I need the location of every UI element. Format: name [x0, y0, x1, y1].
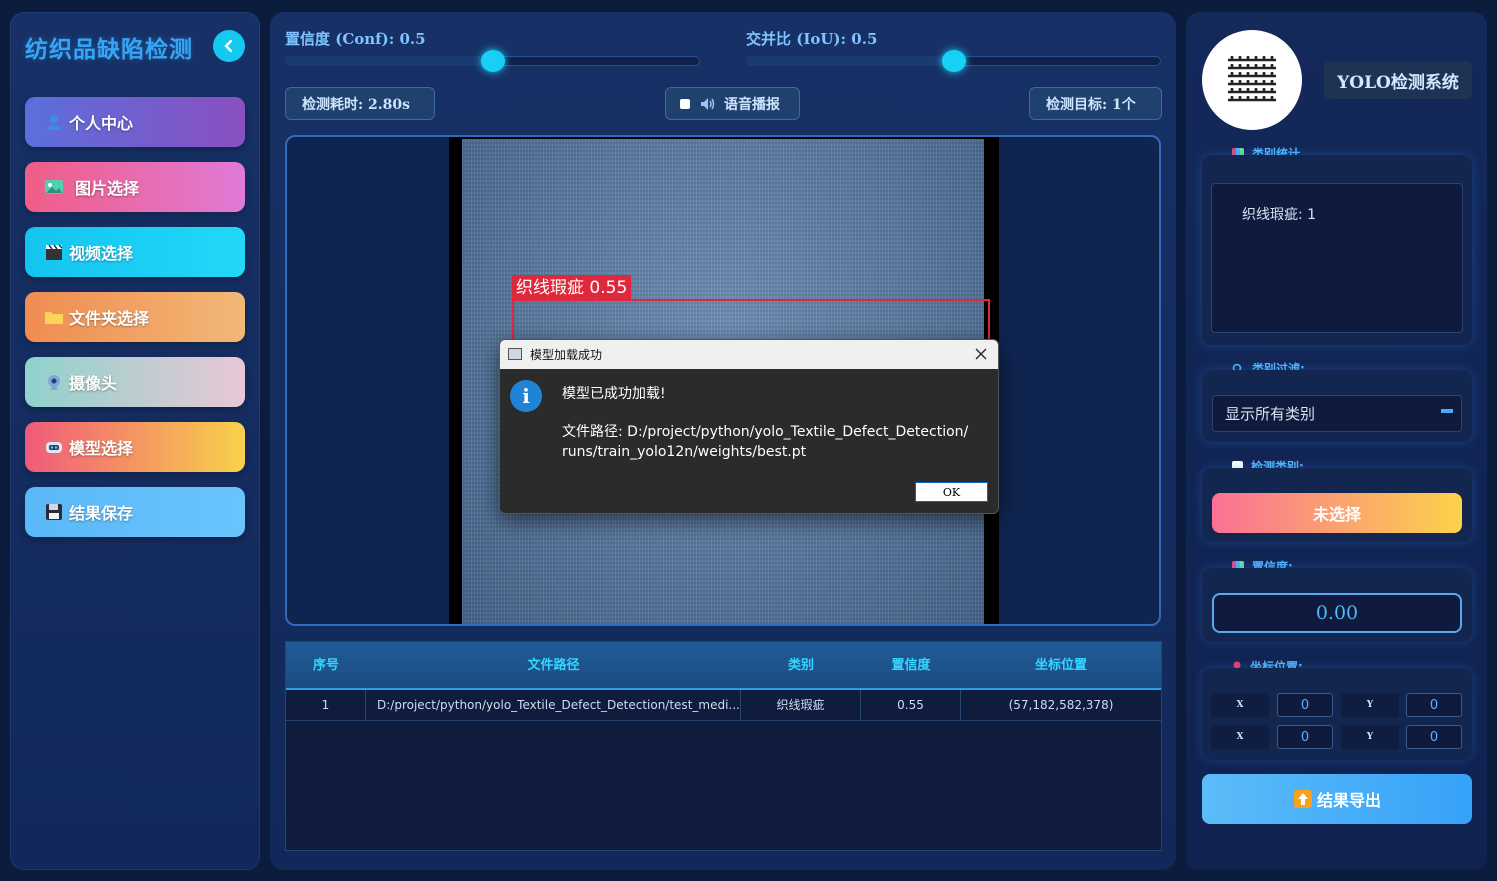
window-icon	[508, 348, 522, 360]
iou-slider-thumb[interactable]	[941, 50, 966, 72]
user-icon	[43, 112, 65, 132]
filter-selected-value: 显示所有类别	[1225, 405, 1316, 423]
detection-time-text: 检测耗时: 2.80s	[302, 96, 411, 113]
iou-slider-fill	[746, 56, 954, 66]
coord-label-y2: Y	[1341, 725, 1399, 749]
nav-video-select-button[interactable]: 视频选择	[25, 227, 245, 277]
filter-card: 显示所有类别	[1202, 370, 1472, 442]
stats-line: 织线瑕疵: 1	[1242, 207, 1317, 223]
upload-arrow-icon	[1293, 789, 1313, 809]
iou-slider[interactable]	[746, 50, 1161, 72]
export-label: 结果导出	[1316, 791, 1381, 810]
info-icon: i	[510, 380, 542, 412]
iou-slider-label: 交并比 (IoU): 0.5	[746, 30, 878, 48]
nav-label: 摄像头	[69, 374, 118, 393]
voice-label: 语音播报	[724, 96, 780, 113]
dialog-title: 模型加载成功	[530, 348, 603, 362]
class-filter-select[interactable]: 显示所有类别	[1212, 395, 1462, 432]
dialog-close-button[interactable]	[972, 345, 990, 363]
chevron-left-icon	[224, 39, 233, 53]
results-table: 序号 文件路径 类别 置信度 坐标位置 1 D:/project/python/…	[285, 641, 1162, 851]
cell-index: 1	[286, 690, 366, 720]
nav-user-center-button[interactable]: 个人中心	[25, 97, 245, 147]
collapse-sidebar-button[interactable]	[213, 30, 245, 62]
nav-image-select-button[interactable]: 图片选择	[25, 162, 245, 212]
confidence-value: 0.00	[1212, 593, 1462, 633]
nav-label: 视频选择	[69, 244, 134, 263]
speaker-icon	[700, 97, 716, 111]
logo	[1202, 30, 1302, 130]
cell-class: 织线瑕疵	[741, 690, 861, 720]
stats-box: 织线瑕疵: 1	[1211, 183, 1463, 333]
right-panel: YOLO检测系统 类别统计 织线瑕疵: 1 类别过滤: 显示所有类别 检测类别:…	[1186, 12, 1487, 870]
folder-icon	[43, 307, 65, 327]
nav-save-results-button[interactable]: 结果保存	[25, 487, 245, 537]
coord-label-y1: Y	[1341, 693, 1399, 717]
webcam-icon	[43, 372, 65, 392]
conf-card: 0.00	[1202, 568, 1472, 642]
column-header[interactable]: 文件路径	[366, 642, 741, 690]
robot-icon	[43, 437, 65, 457]
coord-y1-field: 0	[1406, 693, 1462, 717]
model-loaded-dialog: 模型加载成功 i 模型已成功加载! 文件路径: D:/project/pytho…	[499, 339, 999, 514]
nav-label: 文件夹选择	[69, 309, 150, 328]
nav-label: 个人中心	[69, 114, 134, 133]
dialog-file-path: 文件路径: D:/project/python/yolo_Textile_Def…	[562, 422, 982, 462]
fabric-weave-logo-icon	[1228, 56, 1276, 104]
column-header[interactable]: 坐标位置	[961, 642, 1161, 690]
detection-box-label: 织线瑕疵 0.55	[512, 275, 632, 301]
dialog-ok-button[interactable]: OK	[915, 482, 988, 502]
column-header[interactable]: 类别	[741, 642, 861, 690]
cell-file-path: D:/project/python/yolo_Textile_Defect_De…	[366, 690, 741, 720]
nav-label: 模型选择	[69, 439, 134, 458]
coord-y2-field: 0	[1406, 725, 1462, 749]
dialog-path-line: 文件路径: D:/project/python/yolo_Textile_Def…	[562, 424, 969, 440]
system-title: YOLO检测系统	[1324, 61, 1472, 99]
voice-broadcast-toggle[interactable]: 语音播报	[665, 87, 800, 120]
conf-slider[interactable]	[285, 50, 700, 72]
column-header[interactable]: 置信度	[861, 642, 961, 690]
column-header[interactable]: 序号	[286, 642, 366, 690]
detected-class-button[interactable]: 未选择	[1212, 493, 1462, 533]
conf-slider-thumb[interactable]	[480, 50, 505, 72]
coord-label-x2: X	[1211, 725, 1269, 749]
stats-card: 织线瑕疵: 1	[1202, 155, 1472, 345]
dialog-titlebar: 模型加载成功	[500, 340, 998, 369]
nav-folder-select-button[interactable]: 文件夹选择	[25, 292, 245, 342]
nav-label: 结果保存	[69, 504, 134, 523]
voice-checkbox[interactable]	[680, 98, 690, 109]
table-header: 序号 文件路径 类别 置信度 坐标位置	[286, 642, 1161, 690]
dropdown-arrow-icon	[1441, 409, 1453, 413]
detection-target-badge: 检测目标: 1个	[1029, 87, 1162, 120]
coord-x1-field: 0	[1277, 693, 1333, 717]
export-results-button[interactable]: 结果导出	[1202, 774, 1472, 824]
nav-model-select-button[interactable]: 模型选择	[25, 422, 245, 472]
conf-slider-label: 置信度 (Conf): 0.5	[285, 30, 426, 48]
sidebar: 纺织品缺陷检测 个人中心 图片选择 视频选择 文件夹选择 摄像头 模型选择 结果…	[10, 12, 260, 870]
floppy-disk-icon	[43, 502, 65, 522]
coord-x2-field: 0	[1277, 725, 1333, 749]
image-icon	[43, 177, 65, 197]
dialog-message: 模型已成功加载!	[562, 386, 666, 402]
coord-label-x1: X	[1211, 693, 1269, 717]
dialog-path-line: runs/train_yolo12n/weights/best.pt	[562, 444, 807, 460]
conf-slider-fill	[285, 56, 493, 66]
detection-time-badge: 检测耗时: 2.80s	[285, 87, 435, 120]
cell-confidence: 0.55	[861, 690, 961, 720]
class-card: 未选择	[1202, 468, 1472, 542]
app-title: 纺织品缺陷检测	[25, 36, 193, 63]
detection-target-text: 检测目标: 1个	[1046, 96, 1136, 113]
nav-label: 图片选择	[75, 179, 140, 198]
clapperboard-icon	[43, 242, 65, 262]
cell-coordinates: (57,182,582,378)	[1008, 698, 1114, 712]
close-icon	[975, 348, 987, 360]
nav-camera-button[interactable]: 摄像头	[25, 357, 245, 407]
coord-card: X 0 Y 0 X 0 Y 0	[1202, 668, 1472, 760]
table-row[interactable]: 1 D:/project/python/yolo_Textile_Defect_…	[286, 690, 1161, 721]
